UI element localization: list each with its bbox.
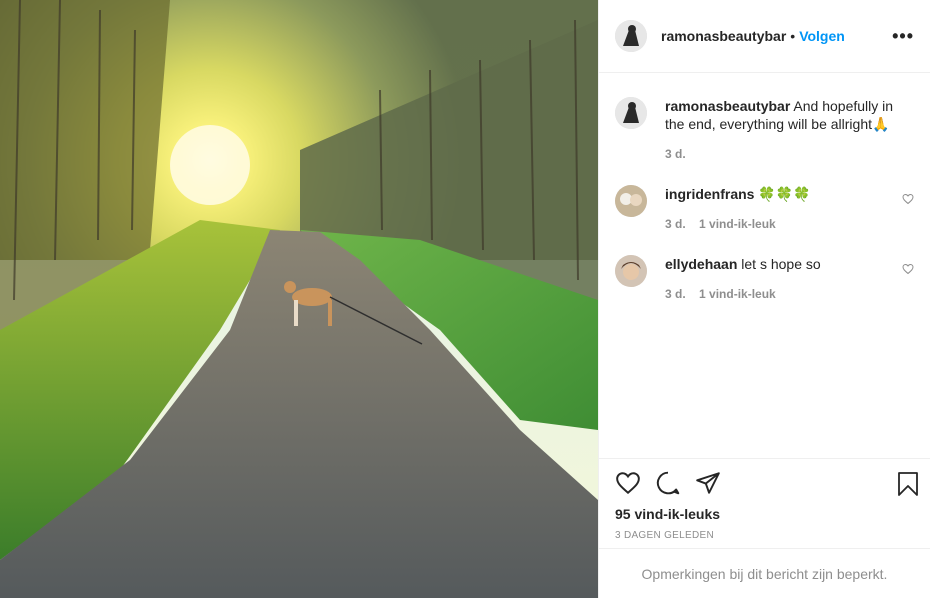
share-icon[interactable] <box>695 470 721 496</box>
header-separator: • <box>790 28 796 44</box>
caption-time[interactable]: 3 d. <box>665 147 686 161</box>
comment-text: 🍀🍀🍀 <box>758 186 811 202</box>
author-username[interactable]: ramonasbeautybar <box>661 28 786 44</box>
post-dialog: ramonasbeautybar • Volgen ••• ramonasbea… <box>0 0 930 598</box>
comment-avatar[interactable] <box>615 255 647 287</box>
comment-likes[interactable]: 1 vind-ik-leuk <box>699 217 776 231</box>
follow-button[interactable]: Volgen <box>799 28 845 44</box>
caption-avatar[interactable] <box>615 97 647 129</box>
post-actions: 95 vind-ik-leuks 3 DAGEN GELEDEN <box>599 458 930 548</box>
post-timestamp[interactable]: 3 DAGEN GELEDEN <box>615 530 914 541</box>
comment-avatar[interactable] <box>615 185 647 217</box>
caption-item: ramonasbeautybar And hopefully in the en… <box>615 97 914 163</box>
comments-list: ramonasbeautybar And hopefully in the en… <box>599 73 930 458</box>
comment-likes[interactable]: 1 vind-ik-leuk <box>699 287 776 301</box>
comment-item: ingridenfrans 🍀🍀🍀 3 d. 1 vind-ik-leuk <box>615 185 914 233</box>
comment-time[interactable]: 3 d. <box>665 287 686 301</box>
small-heart-icon[interactable] <box>902 263 914 275</box>
caption-username[interactable]: ramonasbeautybar <box>665 98 790 114</box>
comments-limited-notice: Opmerkingen bij dit bericht zijn beperkt… <box>599 548 930 598</box>
comment-time[interactable]: 3 d. <box>665 217 686 231</box>
post-header: ramonasbeautybar • Volgen ••• <box>599 0 930 73</box>
comment-icon[interactable] <box>655 470 681 496</box>
comment-username[interactable]: ingridenfrans <box>665 186 754 202</box>
heart-icon[interactable] <box>615 470 641 496</box>
small-heart-icon[interactable] <box>902 193 914 205</box>
comment-item: ellydehaan let s hope so 3 d. 1 vind-ik-… <box>615 255 914 303</box>
post-sidebar: ramonasbeautybar • Volgen ••• ramonasbea… <box>598 0 930 598</box>
post-photo[interactable] <box>0 0 598 598</box>
comment-username[interactable]: ellydehaan <box>665 256 737 272</box>
author-avatar[interactable] <box>615 20 647 52</box>
bookmark-icon[interactable] <box>896 471 920 497</box>
like-count[interactable]: 95 vind-ik-leuks <box>615 506 914 522</box>
more-icon[interactable]: ••• <box>892 26 914 47</box>
photo-scene <box>0 0 598 598</box>
comment-text: let s hope so <box>741 256 821 272</box>
